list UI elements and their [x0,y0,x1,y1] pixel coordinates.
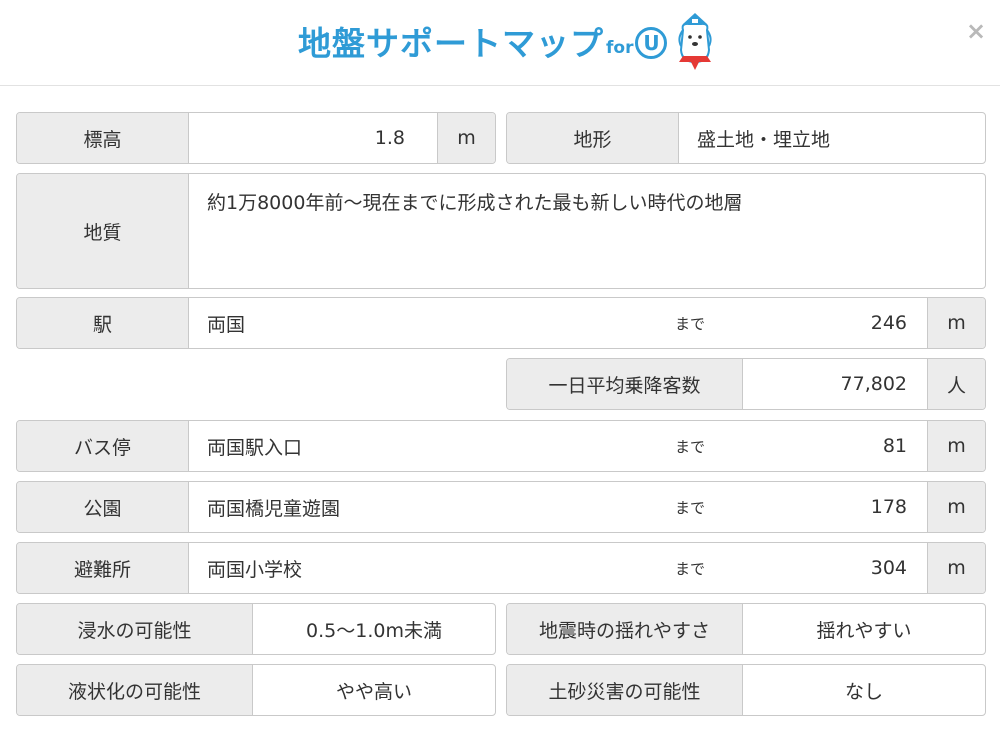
close-icon[interactable]: × [963,18,989,44]
passengers-unit: 人 [927,359,985,409]
bus-stop-row: バス停 両国駅入口 まで 81 m [16,420,986,472]
landslide-value: なし [844,680,883,703]
logo-title: 地盤サポートマップ [298,24,604,63]
bus-stop-distance: 81 [882,435,907,457]
park-unit: m [927,482,985,532]
shelter-unit: m [927,543,985,593]
terrain-row: 地形 盛土地・埋立地 [506,112,986,164]
shelter-name: 両国小学校 [207,558,303,581]
park-made: まで [675,498,706,517]
quake-row: 地震時の揺れやすさ 揺れやすい [506,603,986,655]
liquefaction-label: 液状化の可能性 [17,665,253,715]
elevation-unit: m [437,113,495,163]
park-label: 公園 [17,482,189,532]
quake-value: 揺れやすい [816,619,912,642]
shelter-label: 避難所 [17,543,189,593]
terrain-label: 地形 [507,113,679,163]
station-label: 駅 [17,298,189,348]
park-row: 公園 両国橋児童遊園 まで 178 m [16,481,986,533]
flood-label: 浸水の可能性 [17,604,253,654]
elevation-row: 標高 1.8 m [16,112,496,164]
elevation-value: 1.8 [374,127,405,149]
landslide-label: 土砂災害の可能性 [507,665,743,715]
geology-label: 地質 [17,174,189,288]
landslide-row: 土砂災害の可能性 なし [506,664,986,716]
station-made: まで [675,314,706,333]
quake-label: 地震時の揺れやすさ [507,604,743,654]
station-distance: 246 [870,312,907,334]
geology-value: 約1万8000年前～現在までに形成された最も新しい時代の地層 [207,192,743,214]
logo-for: for [606,38,634,58]
bus-stop-name: 両国駅入口 [207,436,303,459]
liquefaction-value: やや高い [335,680,412,703]
header: 地盤サポートマップ for U × [0,0,1000,86]
liquefaction-row: 液状化の可能性 やや高い [16,664,496,716]
bus-stop-label: バス停 [17,421,189,471]
flood-row: 浸水の可能性 0.5～1.0m未満 [16,603,496,655]
passengers-label: 一日平均乗降客数 [507,359,743,409]
station-unit: m [927,298,985,348]
park-distance: 178 [870,496,907,518]
bus-stop-unit: m [927,421,985,471]
elevation-label: 標高 [17,113,189,163]
station-name: 両国 [207,313,246,336]
flood-value: 0.5～1.0m未満 [306,619,442,642]
shelter-row: 避難所 両国小学校 まで 304 m [16,542,986,594]
shelter-distance: 304 [870,557,907,579]
passengers-value: 77,802 [840,373,907,395]
dog-mascot-icon [678,13,713,70]
logo-u-mark: U [635,27,668,59]
shelter-made: まで [675,559,706,578]
passengers-row: 一日平均乗降客数 77,802 人 [506,358,986,410]
app-logo: 地盤サポートマップ for U [298,6,715,76]
terrain-value: 盛土地・埋立地 [697,128,831,151]
park-name: 両国橋児童遊園 [207,497,341,520]
geology-row: 地質 約1万8000年前～現在までに形成された最も新しい時代の地層 [16,173,986,289]
station-row: 駅 両国 まで 246 m [16,297,986,349]
bus-stop-made: まで [675,437,706,456]
